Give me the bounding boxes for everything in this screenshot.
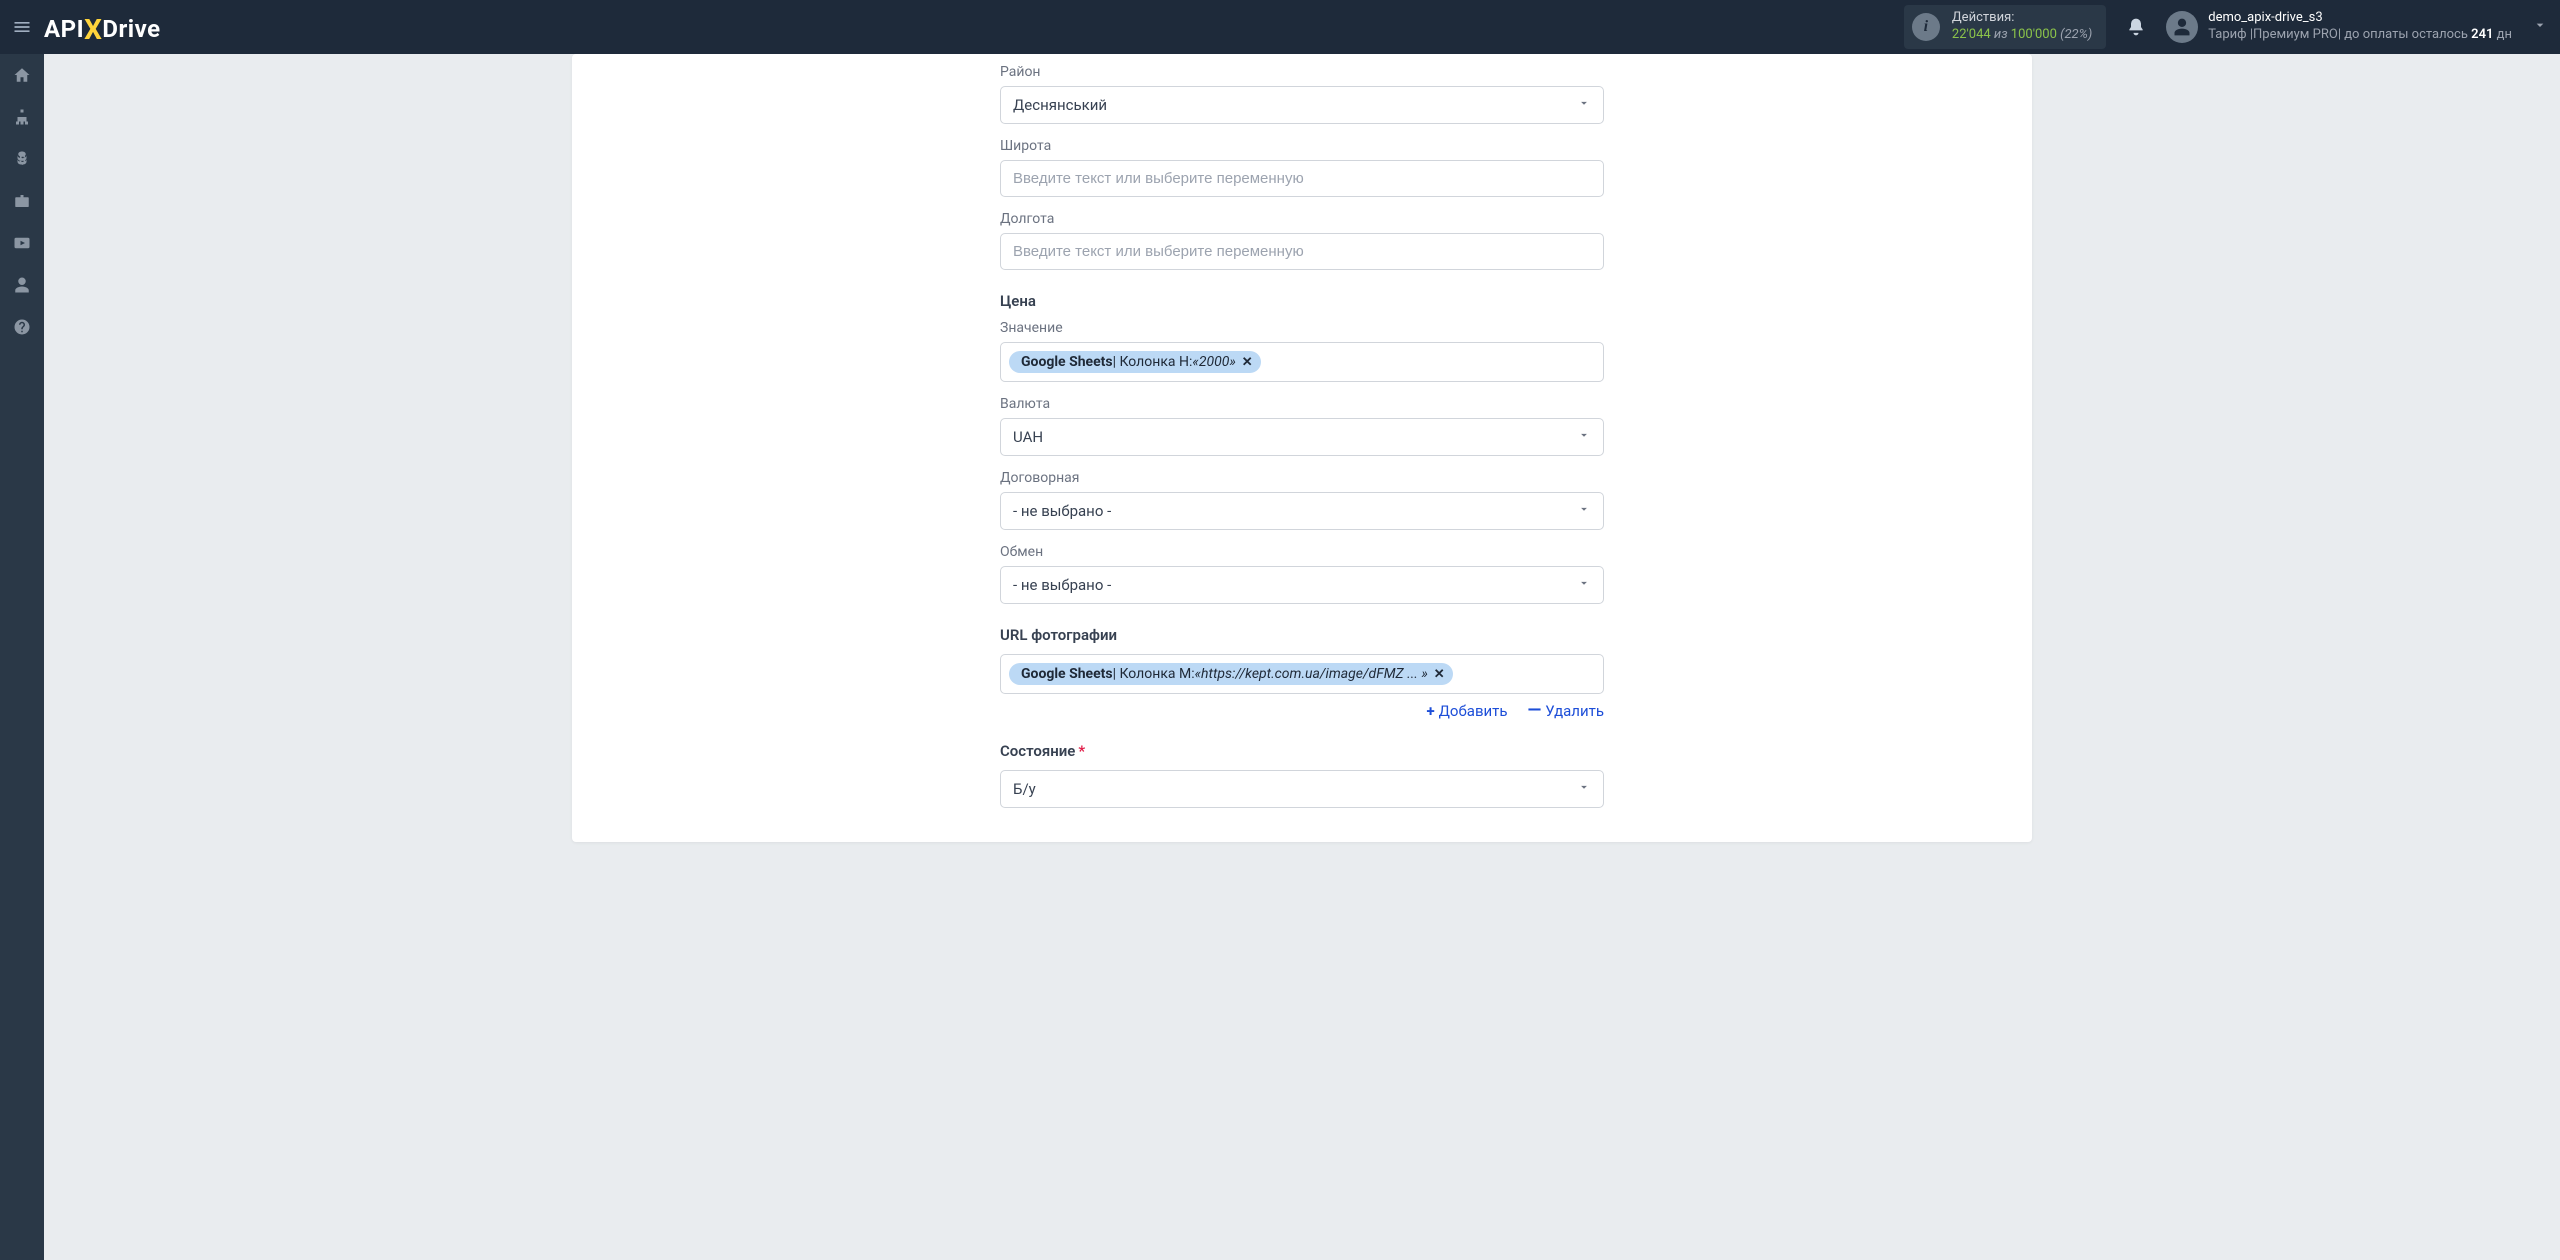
sidebar: $ bbox=[0, 54, 44, 1260]
user-name: demo_apix-drive_s3 bbox=[2208, 10, 2512, 27]
tariff-info: Тариф |Премиум PRO| до оплаты осталось 2… bbox=[2208, 27, 2512, 44]
price-section-label: Цена bbox=[1000, 292, 1604, 310]
actions-counter[interactable]: i Действия: 22'044 из 100'000 (22%) bbox=[1904, 5, 2106, 49]
header-bar: APIXDrive i Действия: 22'044 из 100'000 … bbox=[0, 0, 2560, 54]
main-content: Район Деснянський Широта Долгота Цена bbox=[44, 54, 2560, 1260]
chevron-down-icon bbox=[2532, 17, 2548, 37]
district-select[interactable]: Деснянський bbox=[1000, 86, 1604, 124]
negotiable-select[interactable]: - не выбрано - bbox=[1000, 492, 1604, 530]
chevron-down-icon bbox=[1577, 780, 1591, 798]
user-menu[interactable]: demo_apix-drive_s3 Тариф |Премиум PRO| д… bbox=[2166, 10, 2548, 44]
exchange-label: Обмен bbox=[1000, 544, 1604, 560]
notifications-button[interactable] bbox=[2120, 11, 2152, 43]
chevron-down-icon bbox=[1577, 96, 1591, 114]
sidebar-video[interactable] bbox=[0, 222, 44, 264]
delete-button[interactable]: —Удалить bbox=[1528, 702, 1604, 720]
svg-text:$: $ bbox=[19, 153, 26, 167]
chevron-down-icon bbox=[1577, 502, 1591, 520]
remove-tag-icon[interactable]: ✕ bbox=[1242, 355, 1253, 370]
add-button[interactable]: +Добавить bbox=[1426, 702, 1507, 720]
lon-label: Долгота bbox=[1000, 211, 1604, 227]
condition-select[interactable]: Б/у bbox=[1000, 770, 1604, 808]
actions-pct: (22%) bbox=[2060, 27, 2092, 42]
remove-tag-icon[interactable]: ✕ bbox=[1434, 667, 1445, 682]
sidebar-account[interactable] bbox=[0, 264, 44, 306]
actions-current: 22'044 bbox=[1952, 27, 1991, 42]
district-label: Район bbox=[1000, 64, 1604, 80]
sidebar-billing[interactable]: $ bbox=[0, 138, 44, 180]
menu-button[interactable] bbox=[0, 0, 44, 54]
lat-label: Широта bbox=[1000, 138, 1604, 154]
sidebar-home[interactable] bbox=[0, 54, 44, 96]
value-input[interactable]: Google Sheets | Колонка H: «2000» ✕ bbox=[1000, 342, 1604, 382]
lon-input[interactable] bbox=[1000, 233, 1604, 270]
sidebar-services[interactable] bbox=[0, 180, 44, 222]
chevron-down-icon bbox=[1577, 576, 1591, 594]
lat-input[interactable] bbox=[1000, 160, 1604, 197]
value-label: Значение bbox=[1000, 320, 1604, 336]
info-icon: i bbox=[1912, 13, 1940, 41]
photo-section-label: URL фотографии bbox=[1000, 626, 1604, 644]
actions-label: Действия: bbox=[1952, 10, 2092, 27]
logo: APIXDrive bbox=[44, 11, 161, 44]
negotiable-label: Договорная bbox=[1000, 470, 1604, 486]
photo-url-input[interactable]: Google Sheets | Колонка M: «https://kept… bbox=[1000, 654, 1604, 694]
avatar bbox=[2166, 11, 2198, 43]
currency-select[interactable]: UAH bbox=[1000, 418, 1604, 456]
value-tag: Google Sheets | Колонка H: «2000» ✕ bbox=[1009, 351, 1261, 373]
currency-label: Валюта bbox=[1000, 396, 1604, 412]
actions-max: 100'000 bbox=[2011, 27, 2057, 42]
sidebar-help[interactable] bbox=[0, 306, 44, 348]
photo-tag: Google Sheets | Колонка M: «https://kept… bbox=[1009, 663, 1453, 685]
condition-label: Состояние* bbox=[1000, 742, 1604, 760]
chevron-down-icon bbox=[1577, 428, 1591, 446]
exchange-select[interactable]: - не выбрано - bbox=[1000, 566, 1604, 604]
sidebar-connections[interactable] bbox=[0, 96, 44, 138]
